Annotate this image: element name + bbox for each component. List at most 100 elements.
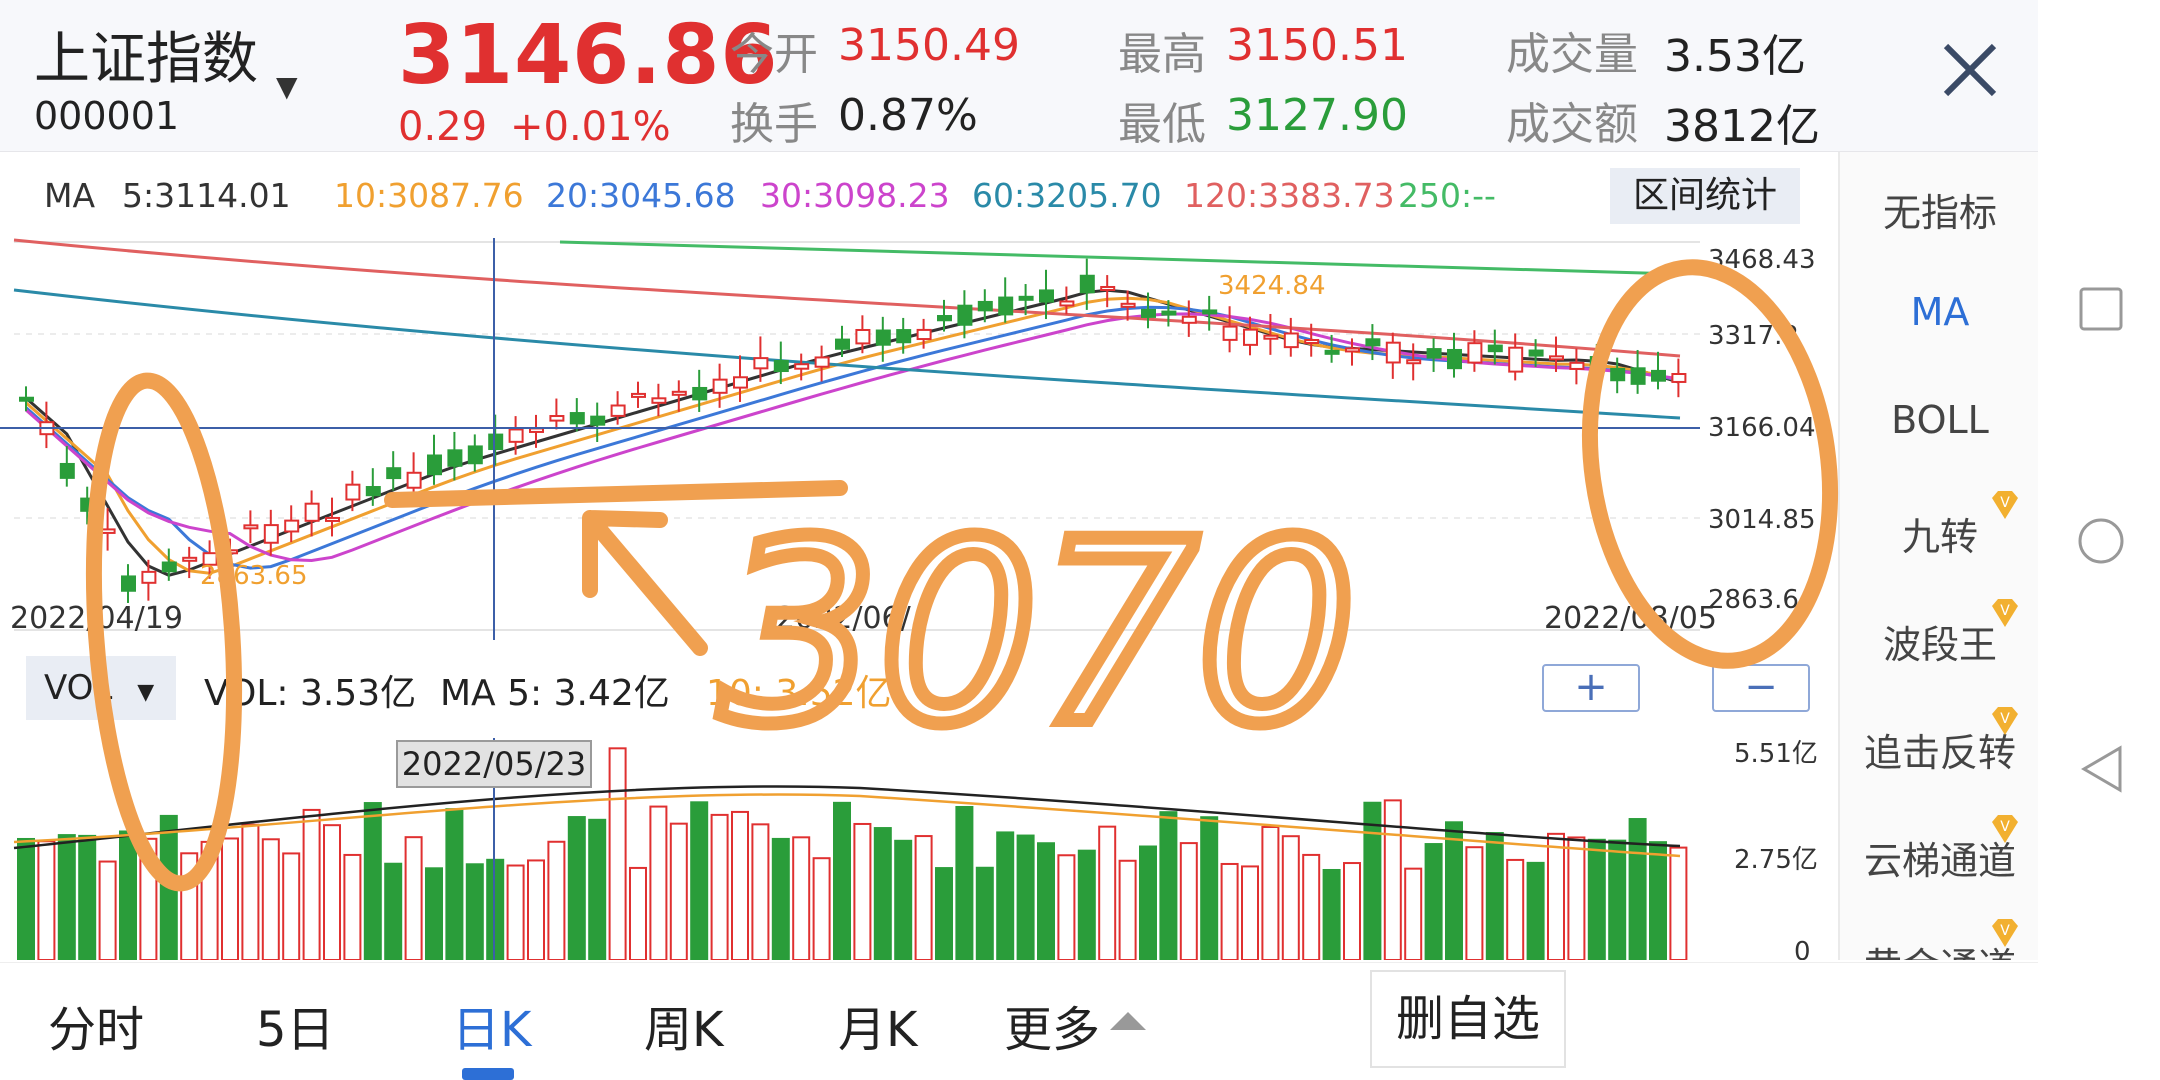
candle-body <box>835 338 850 350</box>
ma5-value: 5:3114.01 <box>122 176 291 215</box>
candle-body <box>957 304 973 326</box>
volume-bar <box>139 837 158 960</box>
indicator-none[interactable]: 无指标 <box>1840 182 2038 237</box>
volume-bar <box>710 813 729 960</box>
volume-bar <box>1506 858 1525 960</box>
volume-bar <box>1200 816 1219 960</box>
volume-bar <box>771 837 790 960</box>
volume-bar <box>1139 845 1157 960</box>
remove-watchlist-button[interactable]: 删自选 <box>1370 970 1566 1068</box>
volume-bar <box>1118 859 1137 960</box>
stock-name[interactable]: 上证指数 <box>34 14 258 95</box>
volume-bar <box>996 831 1015 960</box>
candle-body <box>1243 328 1258 346</box>
candle-body <box>1345 347 1360 353</box>
square-icon[interactable] <box>2078 286 2124 332</box>
tab-daily-k[interactable]: 日K <box>452 990 531 1060</box>
volume-bar <box>200 840 219 960</box>
indicator-ma[interactable]: MA <box>1840 290 2038 334</box>
vol-indicator-select[interactable]: VOL ▼ <box>26 656 176 720</box>
volume-bar <box>1465 846 1484 960</box>
volume-bar <box>1057 854 1076 960</box>
candle-body <box>733 376 748 389</box>
volume-bar <box>1037 842 1055 960</box>
candle-body <box>631 392 646 398</box>
vip-diamond-icon: V <box>1992 491 2018 519</box>
close-icon[interactable] <box>1940 40 2000 100</box>
volume-bar <box>1567 836 1586 960</box>
candle-body <box>1161 310 1177 316</box>
candle-body <box>304 502 320 522</box>
volume-bar <box>17 837 35 960</box>
kline-chart[interactable]: 3468.43 3317.2 3166.04 3014.85 2863.6 20… <box>0 238 1838 640</box>
candle-body <box>1671 373 1687 383</box>
candle-body <box>243 524 259 530</box>
zoom-in-button[interactable]: + <box>1542 664 1640 712</box>
high-value: 3150.51 <box>1226 20 1408 71</box>
candle-body <box>1039 289 1054 303</box>
candle-body <box>1528 349 1544 357</box>
candle-body <box>284 519 300 533</box>
low-value: 3127.90 <box>1226 90 1408 141</box>
volume-bar <box>1159 811 1178 960</box>
ma-legend: MA 5:3114.01 10:3087.76 20:3045.68 30:30… <box>0 152 1838 240</box>
volume-bar <box>261 838 280 960</box>
volume-bar <box>302 808 321 960</box>
date-label: 2022/08/05 <box>1544 601 1717 636</box>
candle-body <box>508 428 524 443</box>
candle-body <box>1385 341 1401 364</box>
volume-value: 3.53亿 <box>1664 31 1806 82</box>
candle-body <box>365 486 381 497</box>
range-stats-button[interactable]: 区间统计 <box>1610 168 1800 224</box>
tab-intraday[interactable]: 分时 <box>48 990 144 1060</box>
tab-monthly-k[interactable]: 月K <box>838 990 917 1060</box>
candle-body <box>998 296 1014 316</box>
volume-bar <box>241 823 260 960</box>
candle-body <box>712 378 728 394</box>
vol-axis-label: 0 <box>1794 937 1811 960</box>
candle-body <box>1141 308 1156 318</box>
price-label: 3166.04 <box>1708 413 1816 443</box>
candle-body <box>182 556 198 562</box>
volume-bar <box>894 839 913 960</box>
candle-body <box>427 454 442 476</box>
zoom-out-button[interactable]: − <box>1712 664 1810 712</box>
volume-bar <box>669 822 688 960</box>
candle-body <box>1324 349 1340 355</box>
low-annotation: 2863.65 <box>200 561 308 591</box>
tab-more[interactable]: 更多 <box>1004 990 1100 1060</box>
open-label: 今开 <box>730 29 818 80</box>
volume-bar <box>1322 868 1341 960</box>
candle-body <box>1569 361 1585 370</box>
indicator-boll[interactable]: BOLL <box>1840 398 2038 442</box>
volume-bar <box>649 805 668 960</box>
candle-body <box>569 412 585 425</box>
candle-body <box>345 483 361 501</box>
volume-bar <box>547 840 566 960</box>
candle-body <box>875 329 891 346</box>
volume-chart[interactable]: 5.51亿 2.75亿 0 <box>0 738 1838 960</box>
candle-body <box>977 300 993 312</box>
volume-bar <box>792 836 811 960</box>
svg-text:V: V <box>2000 495 2010 511</box>
svg-text:V: V <box>2000 711 2010 727</box>
triangle-back-icon[interactable] <box>2080 744 2124 794</box>
volume-bar <box>37 840 56 960</box>
tab-5day[interactable]: 5日 <box>256 990 335 1060</box>
circle-icon[interactable] <box>2076 516 2126 566</box>
price-label: 2863.6 <box>1708 585 1799 615</box>
volume-bar <box>1383 799 1402 960</box>
candle-body <box>651 397 667 404</box>
price-label: 3468.43 <box>1708 245 1816 275</box>
volume-bar <box>221 837 239 960</box>
candle-body <box>1059 300 1075 307</box>
volume-bar <box>567 816 586 960</box>
caret-down-icon[interactable]: ▼ <box>276 70 298 103</box>
volume-bar <box>1343 862 1361 960</box>
volume-bar <box>1587 838 1606 960</box>
high-annotation: 3424.84 <box>1218 271 1326 301</box>
candle-body <box>937 315 952 322</box>
volume-bar <box>527 859 545 960</box>
tab-weekly-k[interactable]: 周K <box>644 990 723 1060</box>
volume-bar <box>180 852 199 960</box>
